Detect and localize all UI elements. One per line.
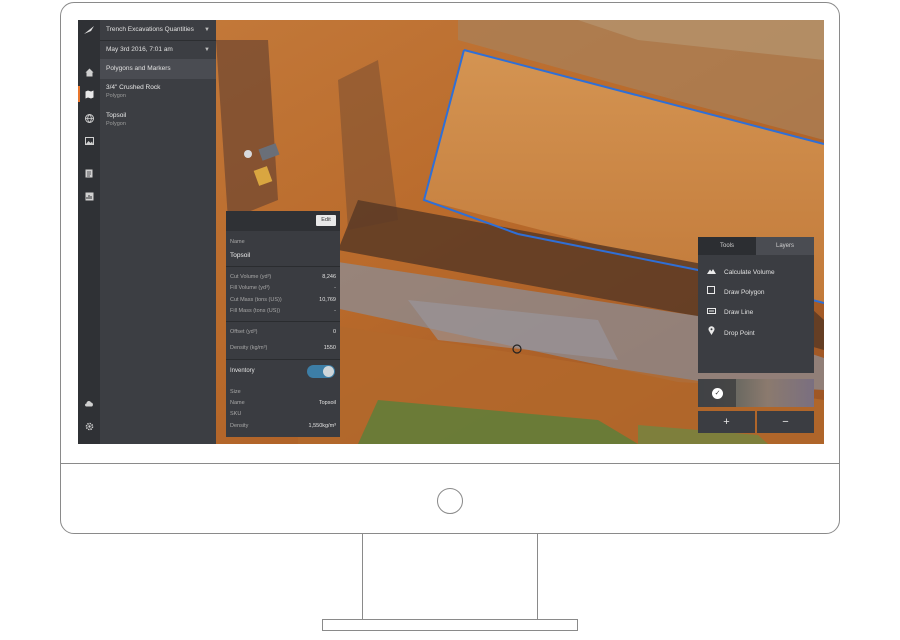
layer-name: Topsoil xyxy=(106,112,127,119)
density-value[interactable]: 1550 xyxy=(324,345,336,351)
fill-mass-value: - xyxy=(334,308,336,314)
section-header: Polygons and Markers xyxy=(100,59,216,79)
image-icon[interactable] xyxy=(83,135,95,147)
polygon-icon xyxy=(706,286,716,300)
tool-label: Calculate Volume xyxy=(724,269,775,276)
cloud-upload-icon[interactable] xyxy=(83,397,95,409)
basemap-switcher[interactable]: ✓ xyxy=(698,379,814,407)
map-icon[interactable] xyxy=(83,88,95,100)
monitor-chin-divider xyxy=(60,463,840,464)
chart-icon[interactable] xyxy=(83,190,95,202)
fill-mass-label: Fill Mass (tons (US)) xyxy=(230,308,281,314)
power-button xyxy=(437,488,463,514)
tools-panel: Tools Layers Calculate Volume Draw Polyg… xyxy=(698,237,814,373)
zoom-in-button[interactable]: + xyxy=(698,411,755,433)
monitor-stand-base xyxy=(322,619,578,631)
tool-label: Draw Line xyxy=(724,309,754,316)
cut-mass-value: 10,769 xyxy=(319,297,336,303)
name-value: Topsoil xyxy=(230,252,251,259)
project-dropdown-label: Trench Excavations Quantities xyxy=(106,26,194,33)
inventory-name-label: Name xyxy=(230,400,245,406)
zoom-out-button[interactable]: − xyxy=(757,411,814,433)
layer-item[interactable]: Topsoil Polygon xyxy=(106,112,214,127)
card-header: Edit xyxy=(226,211,340,231)
cut-volume-value: 8,246 xyxy=(322,274,336,280)
monitor-stand xyxy=(362,534,538,620)
edit-button[interactable]: Edit xyxy=(316,215,336,226)
layers-panel: Trench Excavations Quantities ▼ May 3rd … xyxy=(100,20,216,444)
line-icon xyxy=(706,306,716,320)
inventory-name-value: Topsoil xyxy=(318,400,336,406)
offset-value[interactable]: 0 xyxy=(333,329,336,335)
project-dropdown[interactable]: Trench Excavations Quantities ▼ xyxy=(100,20,216,40)
selected-basemap[interactable]: ✓ xyxy=(698,379,736,407)
screen: Trench Excavations Quantities ▼ May 3rd … xyxy=(78,20,824,444)
toggle-knob xyxy=(323,366,334,377)
tab-layers[interactable]: Layers xyxy=(756,237,814,255)
check-icon: ✓ xyxy=(712,388,723,399)
draw-line-tool[interactable]: Draw Line xyxy=(706,306,753,320)
home-icon[interactable] xyxy=(83,66,95,78)
name-label: Name xyxy=(230,239,245,245)
inventory-toggle[interactable] xyxy=(307,365,335,378)
logo-icon xyxy=(83,24,95,36)
size-label: Size xyxy=(230,389,241,395)
layer-name: 3/4" Crushed Rock xyxy=(106,84,161,91)
draw-polygon-tool[interactable]: Draw Polygon xyxy=(706,286,764,300)
layer-type: Polygon xyxy=(106,121,126,127)
cut-volume-label: Cut Volume (yd³) xyxy=(230,274,272,280)
globe-icon[interactable] xyxy=(83,112,95,124)
tool-label: Drop Point xyxy=(724,330,755,337)
date-dropdown-label: May 3rd 2016, 7:01 am xyxy=(106,46,173,53)
chevron-down-icon: ▼ xyxy=(204,47,210,53)
chevron-down-icon: ▼ xyxy=(204,27,210,33)
date-dropdown[interactable]: May 3rd 2016, 7:01 am ▼ xyxy=(100,40,216,60)
layer-item[interactable]: 3/4" Crushed Rock Polygon xyxy=(106,84,214,99)
layer-type: Polygon xyxy=(106,93,126,99)
offset-label: Offset (yd³) xyxy=(230,329,258,335)
settings-icon[interactable] xyxy=(83,420,95,432)
inventory-label: Inventory xyxy=(230,368,255,374)
inventory-density-label: Density xyxy=(230,423,249,429)
section-title: Polygons and Markers xyxy=(106,65,171,72)
active-indicator xyxy=(78,86,80,102)
fill-volume-value: - xyxy=(334,285,336,291)
mountain-icon xyxy=(706,266,716,280)
drop-point-tool[interactable]: Drop Point xyxy=(706,326,755,340)
divider xyxy=(226,266,340,267)
tab-tools[interactable]: Tools xyxy=(698,237,756,255)
cut-mass-label: Cut Mass (tons (US)) xyxy=(230,297,282,303)
sku-label: SKU xyxy=(230,411,242,417)
tool-label: Draw Polygon xyxy=(724,289,765,296)
fill-volume-label: Fill Volume (yd³) xyxy=(230,285,270,291)
report-icon[interactable] xyxy=(83,167,95,179)
layer-details-card: Edit Name Topsoil Cut Volume (yd³) 8,246… xyxy=(226,211,340,437)
icon-rail xyxy=(78,20,100,444)
calculate-volume-tool[interactable]: Calculate Volume xyxy=(706,266,775,280)
inventory-density-value: 1,550kg/m³ xyxy=(308,423,336,429)
divider xyxy=(226,321,340,322)
density-label: Density (kg/m³) xyxy=(230,345,268,351)
divider xyxy=(226,359,340,360)
pin-icon xyxy=(706,326,716,341)
